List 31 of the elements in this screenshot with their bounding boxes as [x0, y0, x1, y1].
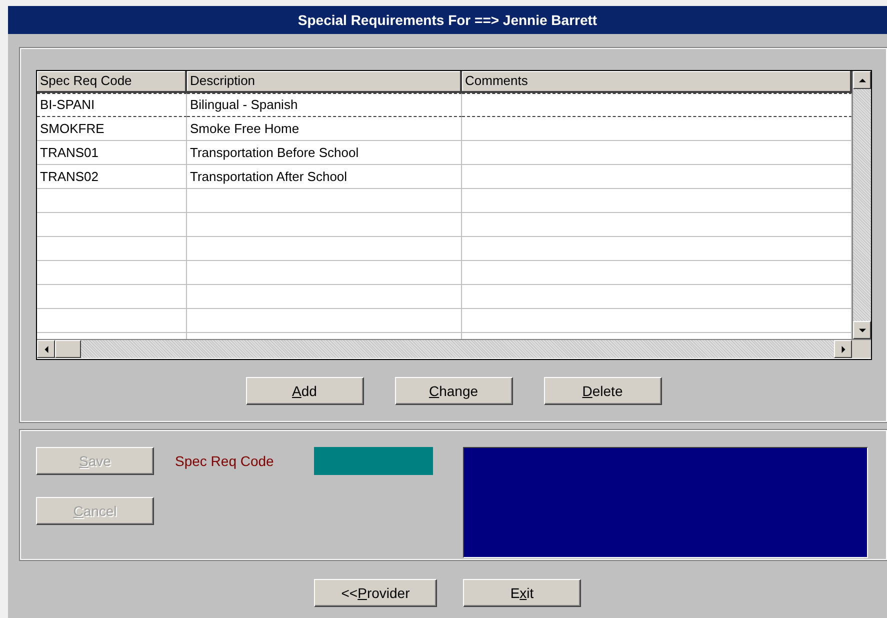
window-title: Special Requirements For ==> Jennie Barrett — [8, 6, 887, 34]
scrollbar-corner — [852, 340, 871, 358]
scroll-right-button[interactable] — [834, 340, 852, 358]
table-cell: TRANS01 — [37, 141, 187, 165]
button[interactable]: Delete — [544, 377, 662, 405]
button[interactable]: <<Provider — [314, 579, 437, 607]
up-arrow-icon — [858, 76, 866, 84]
scroll-up-button[interactable] — [853, 71, 871, 89]
column-header[interactable]: Comments — [462, 71, 852, 93]
left-arrow-icon — [42, 346, 50, 352]
column-header[interactable]: Description — [187, 71, 462, 93]
horizontal-scrollbar[interactable] — [37, 339, 871, 358]
spec-req-code-field[interactable] — [314, 447, 433, 475]
table-cell: SMOKFRE — [37, 117, 187, 141]
scroll-down-button[interactable] — [853, 321, 871, 339]
button[interactable]: Exit — [463, 579, 581, 607]
field-label: Spec Req Code — [175, 453, 275, 471]
scrollbar-thumb[interactable] — [55, 340, 81, 358]
table-cell: Smoke Free Home — [187, 117, 462, 141]
button[interactable]: Add — [246, 377, 364, 405]
down-arrow-icon — [858, 326, 866, 334]
right-arrow-icon — [840, 346, 846, 352]
table-cell: Transportation Before School — [187, 141, 462, 165]
button[interactable]: Change — [394, 377, 512, 405]
table-cell: Transportation After School — [187, 165, 462, 189]
table-cell: Bilingual - Spanish — [187, 93, 462, 117]
column-header[interactable]: Spec Req Code — [37, 71, 187, 93]
table-cell: BI-SPANI — [37, 93, 187, 117]
table-cell: TRANS02 — [37, 165, 187, 189]
scroll-left-button[interactable] — [37, 340, 55, 358]
vertical-scrollbar[interactable] — [852, 71, 871, 339]
